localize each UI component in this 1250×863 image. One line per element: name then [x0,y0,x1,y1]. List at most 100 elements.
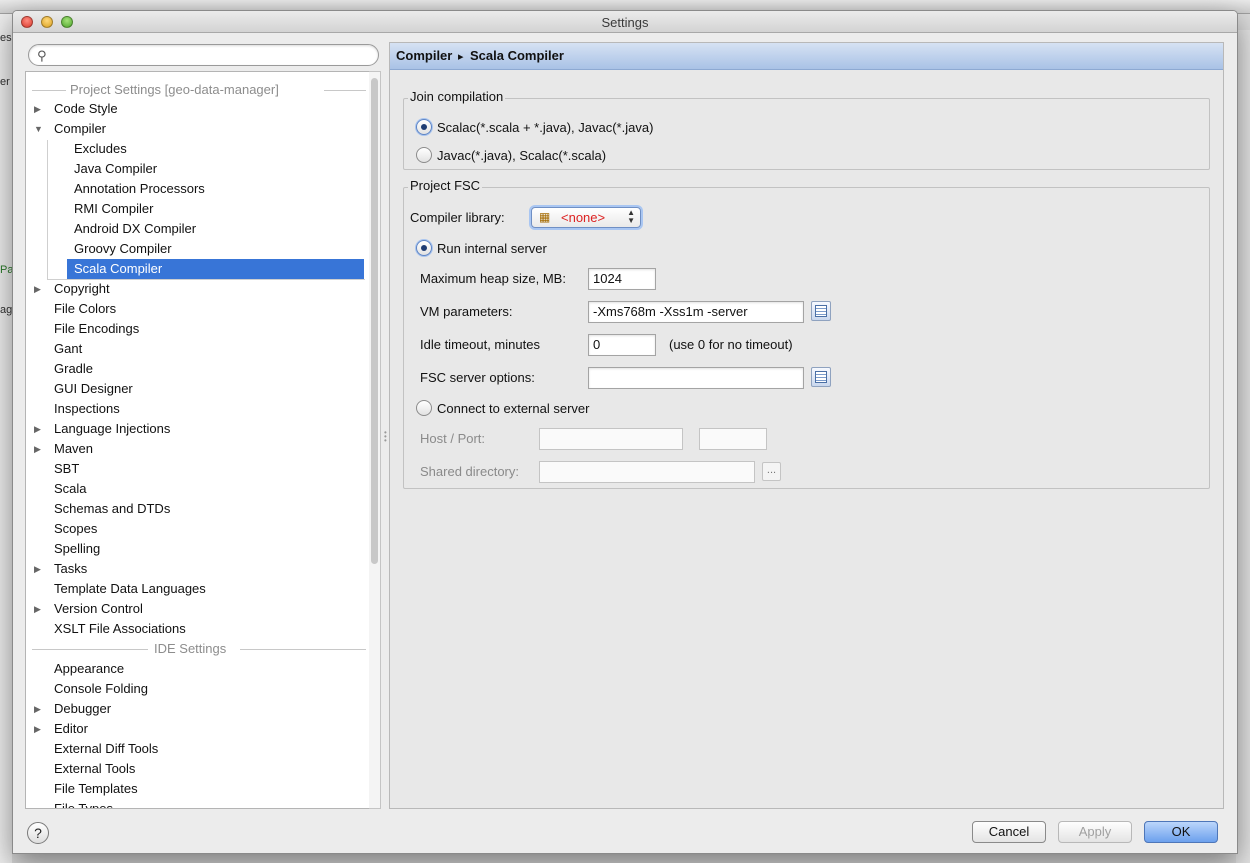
background-text: es [0,32,12,44]
join-scalac-label[interactable]: Scalac(*.scala + *.java), Javac(*.java) [437,120,653,135]
splitter-handle-icon[interactable]: • • • [384,429,387,445]
sidebar-item-label: Editor [54,721,88,736]
disclosure-collapsed-icon[interactable]: ▶ [34,719,44,739]
sidebar-item-xslt-file-associations[interactable]: XSLT File Associations [26,619,366,639]
sidebar-item-template-data-languages[interactable]: Template Data Languages [26,579,366,599]
disclosure-collapsed-icon[interactable]: ▶ [34,99,44,119]
join-javac-radio[interactable] [416,147,432,163]
host-input[interactable] [539,428,683,450]
connect-external-server-label[interactable]: Connect to external server [437,401,589,416]
sidebar-item-label: Compiler [54,121,107,136]
max-heap-input[interactable]: 1024 [588,268,656,290]
sidebar-item-label: Code Style [54,101,118,116]
breadcrumb: Compiler ▸ Scala Compiler [390,43,1223,70]
sidebar-item-inspections[interactable]: Inspections [26,399,366,419]
sidebar-item-file-types[interactable]: File Types [26,799,366,809]
run-internal-server-label[interactable]: Run internal server [437,241,547,256]
sidebar-item-language-injections[interactable]: ▶ Language Injections [26,419,366,439]
sidebar-item-maven[interactable]: ▶ Maven [26,439,366,459]
disclosure-collapsed-icon[interactable]: ▶ [34,599,44,619]
sidebar-item-label: File Types [54,801,114,809]
sidebar-item-file-templates[interactable]: File Templates [26,779,366,799]
sidebar-item-spelling[interactable]: Spelling [26,539,366,559]
apply-button[interactable]: Apply [1058,821,1132,843]
sidebar-item-label: RMI Compiler [74,201,154,216]
sidebar-item-copyright[interactable]: ▶ Copyright [26,279,366,299]
port-input[interactable] [699,428,767,450]
disclosure-collapsed-icon[interactable]: ▶ [34,419,44,439]
run-internal-server-radio[interactable] [416,240,432,256]
vm-parameters-input[interactable]: -Xms768m -Xss1m -server [588,301,804,323]
sidebar-item-gant[interactable]: Gant [26,339,366,359]
sidebar-item-label: Language Injections [54,421,171,436]
idle-timeout-input[interactable]: 0 [588,334,656,356]
sidebar-item-scopes[interactable]: Scopes [26,519,366,539]
sidebar-item-label: File Encodings [54,321,140,336]
search-icon: ⚲ [37,48,47,63]
sidebar-item-compiler[interactable]: ▼ Compiler [26,119,366,139]
search-input[interactable] [53,47,368,63]
header-divider [32,90,66,91]
sidebar-item-file-colors[interactable]: File Colors [26,299,366,319]
vm-parameters-expand-button[interactable] [811,301,831,321]
sidebar-item-label: Groovy Compiler [74,241,172,256]
idle-timeout-hint: (use 0 for no timeout) [669,337,793,352]
library-icon: ▦ [539,210,551,224]
join-scalac-radio[interactable] [416,119,432,135]
shared-directory-label: Shared directory: [420,464,519,479]
sidebar-item-label: GUI Designer [54,381,133,396]
sidebar-item-rmi-compiler[interactable]: RMI Compiler [26,199,366,219]
sidebar-item-debugger[interactable]: ▶ Debugger [26,699,366,719]
sidebar-item-file-encodings[interactable]: File Encodings [26,319,366,339]
sidebar-item-version-control[interactable]: ▶ Version Control [26,599,366,619]
sidebar-item-java-compiler[interactable]: Java Compiler [26,159,366,179]
sidebar-item-excludes[interactable]: Excludes [26,139,366,159]
disclosure-collapsed-icon[interactable]: ▶ [34,699,44,719]
sidebar-item-label: Appearance [54,661,125,676]
ide-settings-header: IDE Settings [26,641,366,657]
sidebar-item-scala[interactable]: Scala [26,479,366,499]
sidebar-item-label: Tasks [54,561,88,576]
breadcrumb-current: Scala Compiler [470,48,564,63]
disclosure-collapsed-icon[interactable]: ▶ [34,439,44,459]
sidebar-item-appearance[interactable]: Appearance [26,659,366,679]
compiler-library-dropdown[interactable]: ▦ <none> ▲ ▼ [531,207,641,228]
vm-parameters-label: VM parameters: [420,304,513,319]
help-button[interactable]: ? [27,822,49,844]
settings-search-field[interactable]: ⚲ [28,44,379,66]
sidebar-item-sbt[interactable]: SBT [26,459,366,479]
tree-scrollbar[interactable] [369,71,381,809]
sidebar-item-annotation-processors[interactable]: Annotation Processors [26,179,366,199]
sidebar-item-android-dx-compiler[interactable]: Android DX Compiler [26,219,366,239]
sidebar-item-groovy-compiler[interactable]: Groovy Compiler [26,239,366,259]
sidebar-item-schemas-and-dtds[interactable]: Schemas and DTDs [26,499,366,519]
sidebar-item-external-diff-tools[interactable]: External Diff Tools [26,739,366,759]
fsc-server-options-input[interactable] [588,367,804,389]
edit-text-icon [815,371,827,383]
sidebar-item-tasks[interactable]: ▶ Tasks [26,559,366,579]
tree-scrollbar-thumb[interactable] [371,78,378,564]
connect-external-server-radio[interactable] [416,400,432,416]
background-left-strip: es er Pa ag [0,14,13,863]
shared-directory-input[interactable] [539,461,755,483]
sidebar-item-label: Scala [54,481,87,496]
sidebar-item-label: Debugger [54,701,112,716]
join-javac-label[interactable]: Javac(*.java), Scalac(*.scala) [437,148,606,163]
ok-button[interactable]: OK [1144,821,1218,843]
disclosure-collapsed-icon[interactable]: ▶ [34,279,44,299]
cancel-button[interactable]: Cancel [972,821,1046,843]
fsc-server-options-expand-button[interactable] [811,367,831,387]
disclosure-expanded-icon[interactable]: ▼ [34,119,44,139]
sidebar-item-editor[interactable]: ▶ Editor [26,719,366,739]
sidebar-item-scala-compiler[interactable]: Scala Compiler [67,259,364,279]
sidebar-item-gradle[interactable]: Gradle [26,359,366,379]
sidebar-item-gui-designer[interactable]: GUI Designer [26,379,366,399]
sidebar-item-label: Inspections [54,401,120,416]
sidebar-item-console-folding[interactable]: Console Folding [26,679,366,699]
sidebar-item-code-style[interactable]: ▶ Code Style [26,99,366,119]
browse-shared-directory-button[interactable]: ... [762,462,781,481]
sidebar-item-label: Gant [54,341,83,356]
disclosure-collapsed-icon[interactable]: ▶ [34,559,44,579]
sidebar-item-external-tools[interactable]: External Tools [26,759,366,779]
breadcrumb-parent[interactable]: Compiler [396,48,452,63]
